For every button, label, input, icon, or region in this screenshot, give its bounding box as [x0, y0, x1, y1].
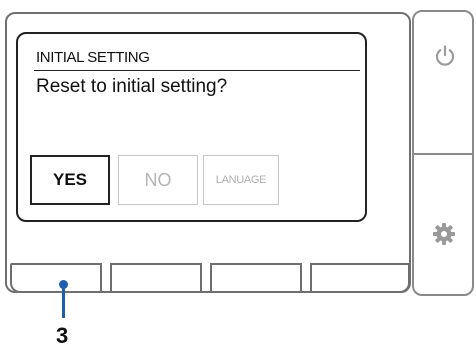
- language-button[interactable]: LANUAGE: [203, 155, 279, 205]
- gear-icon[interactable]: [432, 222, 456, 246]
- callout-line: [62, 286, 65, 318]
- title-divider: [34, 70, 360, 71]
- power-icon[interactable]: [433, 44, 457, 68]
- callout-number: 3: [56, 323, 69, 348]
- screen-title: INITIAL SETTING: [36, 49, 150, 66]
- no-button[interactable]: NO: [118, 155, 198, 205]
- yes-button[interactable]: YES: [30, 155, 110, 205]
- callout-dot: [59, 280, 68, 289]
- side-panel-divider: [412, 153, 474, 155]
- function-key-1[interactable]: [10, 263, 102, 293]
- function-key-4[interactable]: [310, 263, 410, 293]
- function-key-2[interactable]: [110, 263, 202, 293]
- screen-message: Reset to initial setting?: [36, 76, 228, 97]
- function-key-3[interactable]: [210, 263, 302, 293]
